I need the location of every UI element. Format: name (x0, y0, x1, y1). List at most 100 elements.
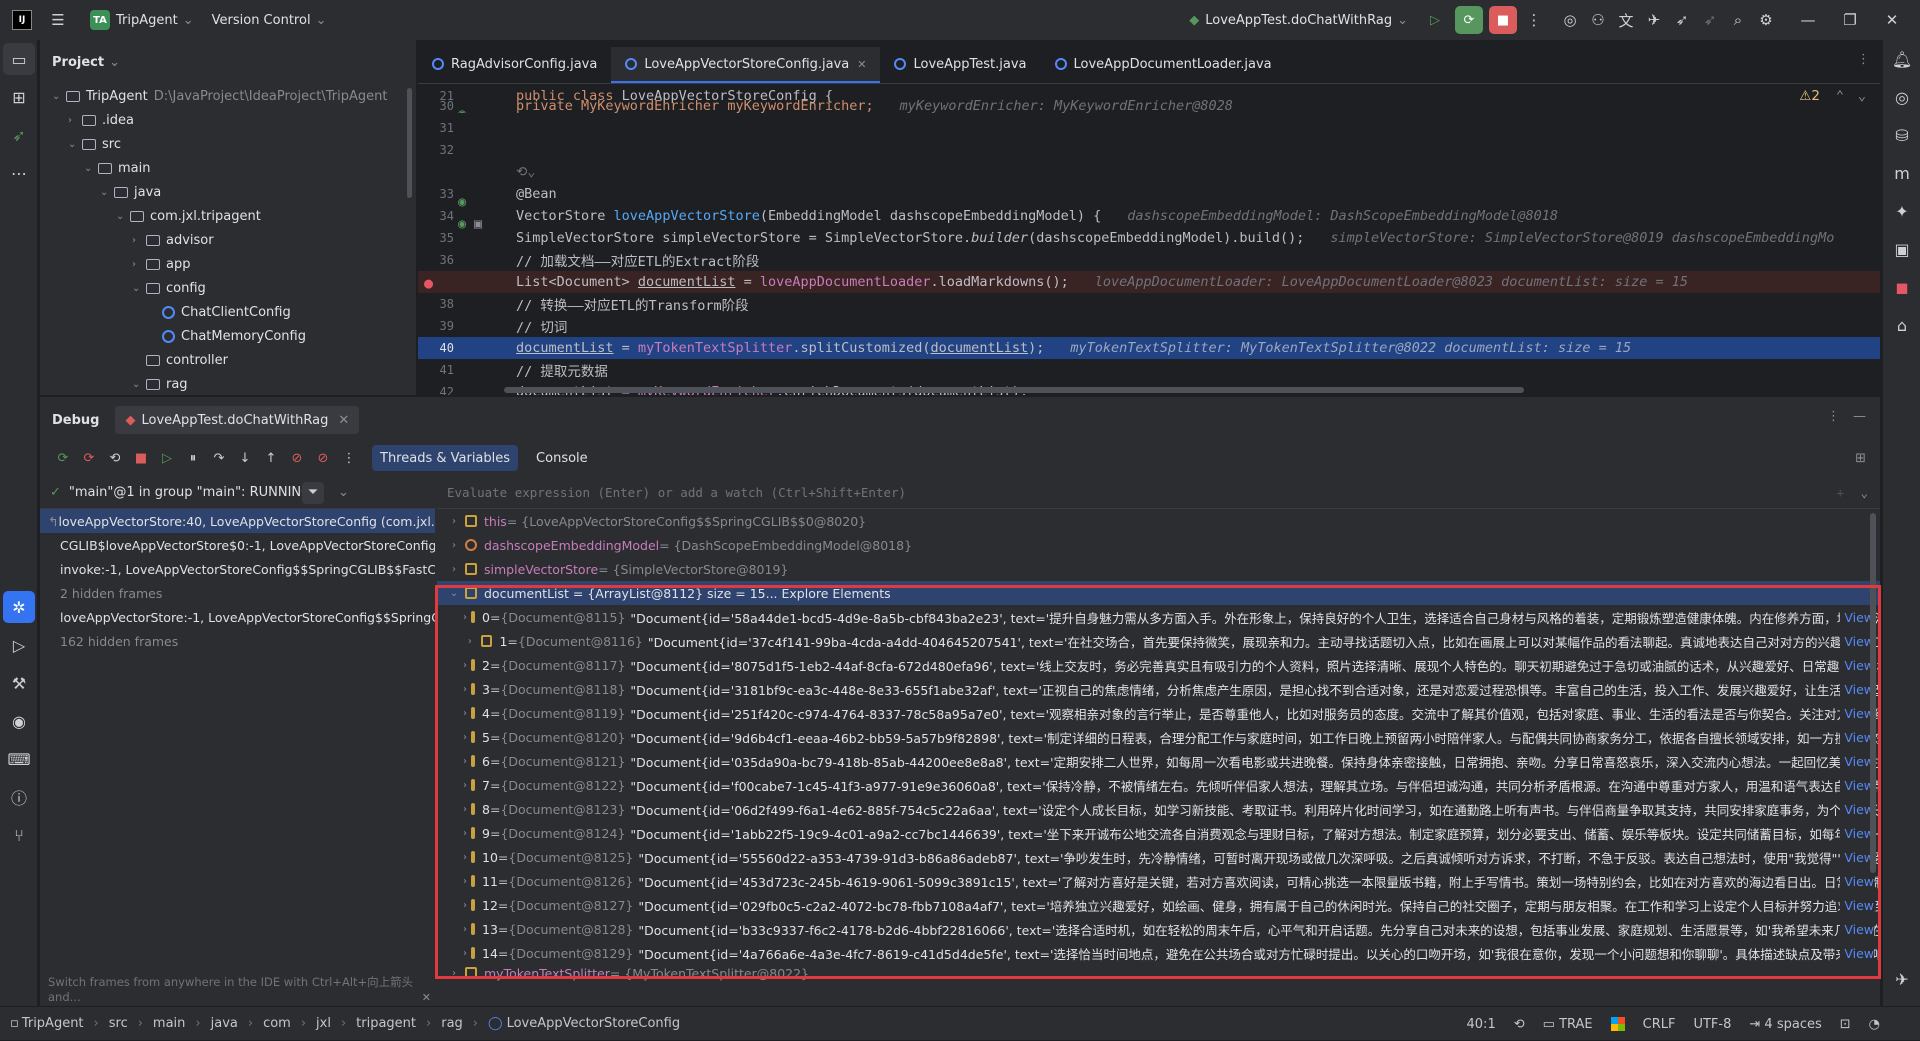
expand-icon[interactable]: › (447, 516, 461, 527)
breadcrumb-item[interactable]: src (109, 1016, 128, 1031)
variable-row[interactable]: ›2 = {Document@8117}"Document{id='8075d1… (437, 653, 1880, 677)
variable-row[interactable]: ›9 = {Document@8124}"Document{id='1abb22… (437, 821, 1880, 845)
expand-icon[interactable]: ⌄ (116, 211, 130, 222)
stop-icon[interactable]: ■ (1489, 6, 1517, 34)
memory-icon[interactable]: ◔ (1869, 1017, 1880, 1032)
expand-icon[interactable]: ⌄ (132, 283, 146, 294)
step-into-icon[interactable]: ↓ (232, 445, 258, 471)
editor-tab[interactable]: LoveAppTest.java (880, 47, 1040, 83)
expand-icon[interactable]: › (463, 780, 467, 791)
restore-icon[interactable]: ❐ (1836, 6, 1864, 34)
expand-icon[interactable]: › (463, 924, 467, 935)
project-tool-icon[interactable]: ▭ (3, 43, 35, 75)
expand-icon[interactable]: ⌄ (52, 91, 66, 102)
run-config-selector[interactable]: ◆ LoveAppTest.doChatWithRag ⌄ (1189, 13, 1408, 28)
editor-tab[interactable]: RagAdvisorConfig.java (418, 47, 611, 83)
plugin-copilot-icon[interactable]: ✦ (1883, 192, 1920, 230)
evaluate-expression-input[interactable]: Evaluate expression (Enter) or add a wat… (437, 477, 1880, 509)
breadcrumb-item[interactable]: com (263, 1016, 291, 1031)
variable-row[interactable]: ›this = {LoveAppVectorStoreConfig$$Sprin… (437, 509, 1880, 533)
variable-row[interactable]: ⌄documentList = {ArrayList@8112} size = … (437, 581, 1880, 605)
variable-row[interactable]: ›12 = {Document@8127}"Document{id='029fb… (437, 893, 1880, 917)
view-link[interactable]: View (1840, 874, 1874, 889)
variable-row[interactable]: ›13 = {Document@8128}"Document{id='b33c9… (437, 917, 1880, 941)
view-link[interactable]: View (1840, 802, 1874, 817)
ai-status-icon[interactable]: ⟲ (1514, 1017, 1525, 1032)
main-menu-icon[interactable]: ☰ (44, 6, 72, 34)
expand-icon[interactable]: › (447, 968, 461, 979)
breakpoint-icon[interactable]: ● (424, 274, 433, 292)
thread-selector[interactable]: ✓ "main"@1 in group "main": RUNNING ⏷ ⌄ (40, 477, 435, 509)
plugin-window-icon[interactable]: ▣ (1883, 230, 1920, 268)
stack-frame[interactable]: 162 hidden frames (40, 629, 435, 653)
plugin-red-icon[interactable]: ◼ (1883, 268, 1920, 306)
breadcrumb-item[interactable]: java (211, 1016, 238, 1031)
mute-breakpoints-icon[interactable]: ⊘ (310, 445, 336, 471)
resume-icon[interactable]: ▷ (154, 445, 180, 471)
close-icon[interactable]: ✕ (857, 58, 866, 71)
close-window-icon[interactable]: ✕ (1878, 6, 1906, 34)
tree-node[interactable]: ›advisor (40, 228, 416, 252)
ai-assistant-icon[interactable]: ◎ (1556, 6, 1584, 34)
variable-row[interactable]: ›4 = {Document@8119}"Document{id='251f42… (437, 701, 1880, 725)
plugin-tool-icon[interactable]: ➶ (0, 116, 38, 154)
view-link[interactable]: View (1840, 754, 1874, 769)
terminal-tool-icon[interactable]: ⌨ (0, 740, 38, 778)
pause-icon[interactable]: ⏸ (180, 445, 206, 471)
collapse-icon[interactable]: › (68, 115, 82, 126)
tree-node[interactable]: ⌄src (40, 132, 416, 156)
close-icon[interactable]: ✕ (338, 413, 349, 428)
database-icon[interactable]: ⛁ (1883, 116, 1920, 154)
step-out-icon[interactable]: ↑ (258, 445, 284, 471)
expand-icon[interactable]: › (463, 612, 467, 623)
lock-icon[interactable]: ⊡ (1840, 1017, 1851, 1032)
debug-tool-icon[interactable]: ✲ (3, 591, 35, 623)
collapse-icon[interactable]: › (132, 235, 146, 246)
view-link[interactable]: View (1840, 730, 1874, 745)
more-options-icon[interactable]: ⋮ (1827, 409, 1840, 424)
variable-row[interactable]: ›11 = {Document@8126}"Document{id='453d7… (437, 869, 1880, 893)
variable-row[interactable]: ›6 = {Document@8121}"Document{id='035da9… (437, 749, 1880, 773)
close-icon[interactable]: ✕ (422, 991, 431, 1004)
windows-plugin-icon[interactable] (1611, 1017, 1625, 1031)
expand-icon[interactable]: › (447, 540, 461, 551)
translate-icon[interactable]: 文 (1612, 6, 1640, 34)
view-link[interactable]: View (1840, 658, 1874, 673)
breadcrumb-item[interactable]: jxl (316, 1016, 331, 1031)
plugin-bottom-icon[interactable]: ✈ (1883, 960, 1920, 998)
code-lens[interactable]: ⟲⌄ (418, 161, 1880, 183)
run-tool-icon[interactable]: ▷ (0, 626, 38, 664)
expand-icon[interactable]: › (463, 684, 467, 695)
settings-gear-icon[interactable]: ⚙ (1752, 6, 1780, 34)
breadcrumb-item[interactable]: ◯LoveAppVectorStoreConfig (488, 1016, 680, 1031)
more-options-icon[interactable]: ⋮ (1520, 6, 1548, 34)
run-icon[interactable]: ▷ (1421, 6, 1449, 34)
view-link[interactable]: View (1840, 682, 1874, 697)
chevron-down-icon[interactable]: ⌄ (338, 485, 349, 500)
view-link[interactable]: View (1840, 922, 1874, 937)
expand-icon[interactable]: › (447, 564, 461, 575)
plugin-rocket-icon[interactable]: ➶ (1668, 6, 1696, 34)
view-link[interactable]: View (1840, 610, 1874, 625)
expand-icon[interactable]: › (463, 660, 467, 671)
vcs-menu[interactable]: Version Control ⌄ (212, 13, 327, 28)
view-link[interactable]: View (1840, 898, 1874, 913)
add-watch-icon[interactable]: + (1836, 485, 1844, 500)
tree-node[interactable]: ›app (40, 252, 416, 276)
tree-node[interactable]: controller (40, 348, 416, 372)
project-switcher[interactable]: TA TripAgent ⌄ (90, 10, 194, 30)
tree-node[interactable]: ⌄java (40, 180, 416, 204)
tree-node[interactable]: ⌄rag (40, 372, 416, 396)
expand-icon[interactable]: ⌄ (84, 163, 98, 174)
variable-row[interactable]: ›14 = {Document@8129}"Document{id='4a766… (437, 941, 1880, 965)
expand-icon[interactable]: › (463, 876, 467, 887)
expand-icon[interactable]: › (463, 828, 467, 839)
minimize-panel-icon[interactable]: — (1853, 409, 1866, 424)
view-link[interactable]: View (1840, 634, 1874, 649)
breadcrumb-item[interactable]: ▫TripAgent (10, 1016, 84, 1031)
indent-setting[interactable]: ⇥ 4 spaces (1749, 1017, 1821, 1032)
variable-row[interactable]: ›8 = {Document@8123}"Document{id='06d2f4… (437, 797, 1880, 821)
editor-tab[interactable]: LoveAppVectorStoreConfig.java✕ (611, 47, 880, 83)
tree-node[interactable]: ⌄config (40, 276, 416, 300)
expand-icon[interactable]: ⌄ (132, 379, 146, 390)
